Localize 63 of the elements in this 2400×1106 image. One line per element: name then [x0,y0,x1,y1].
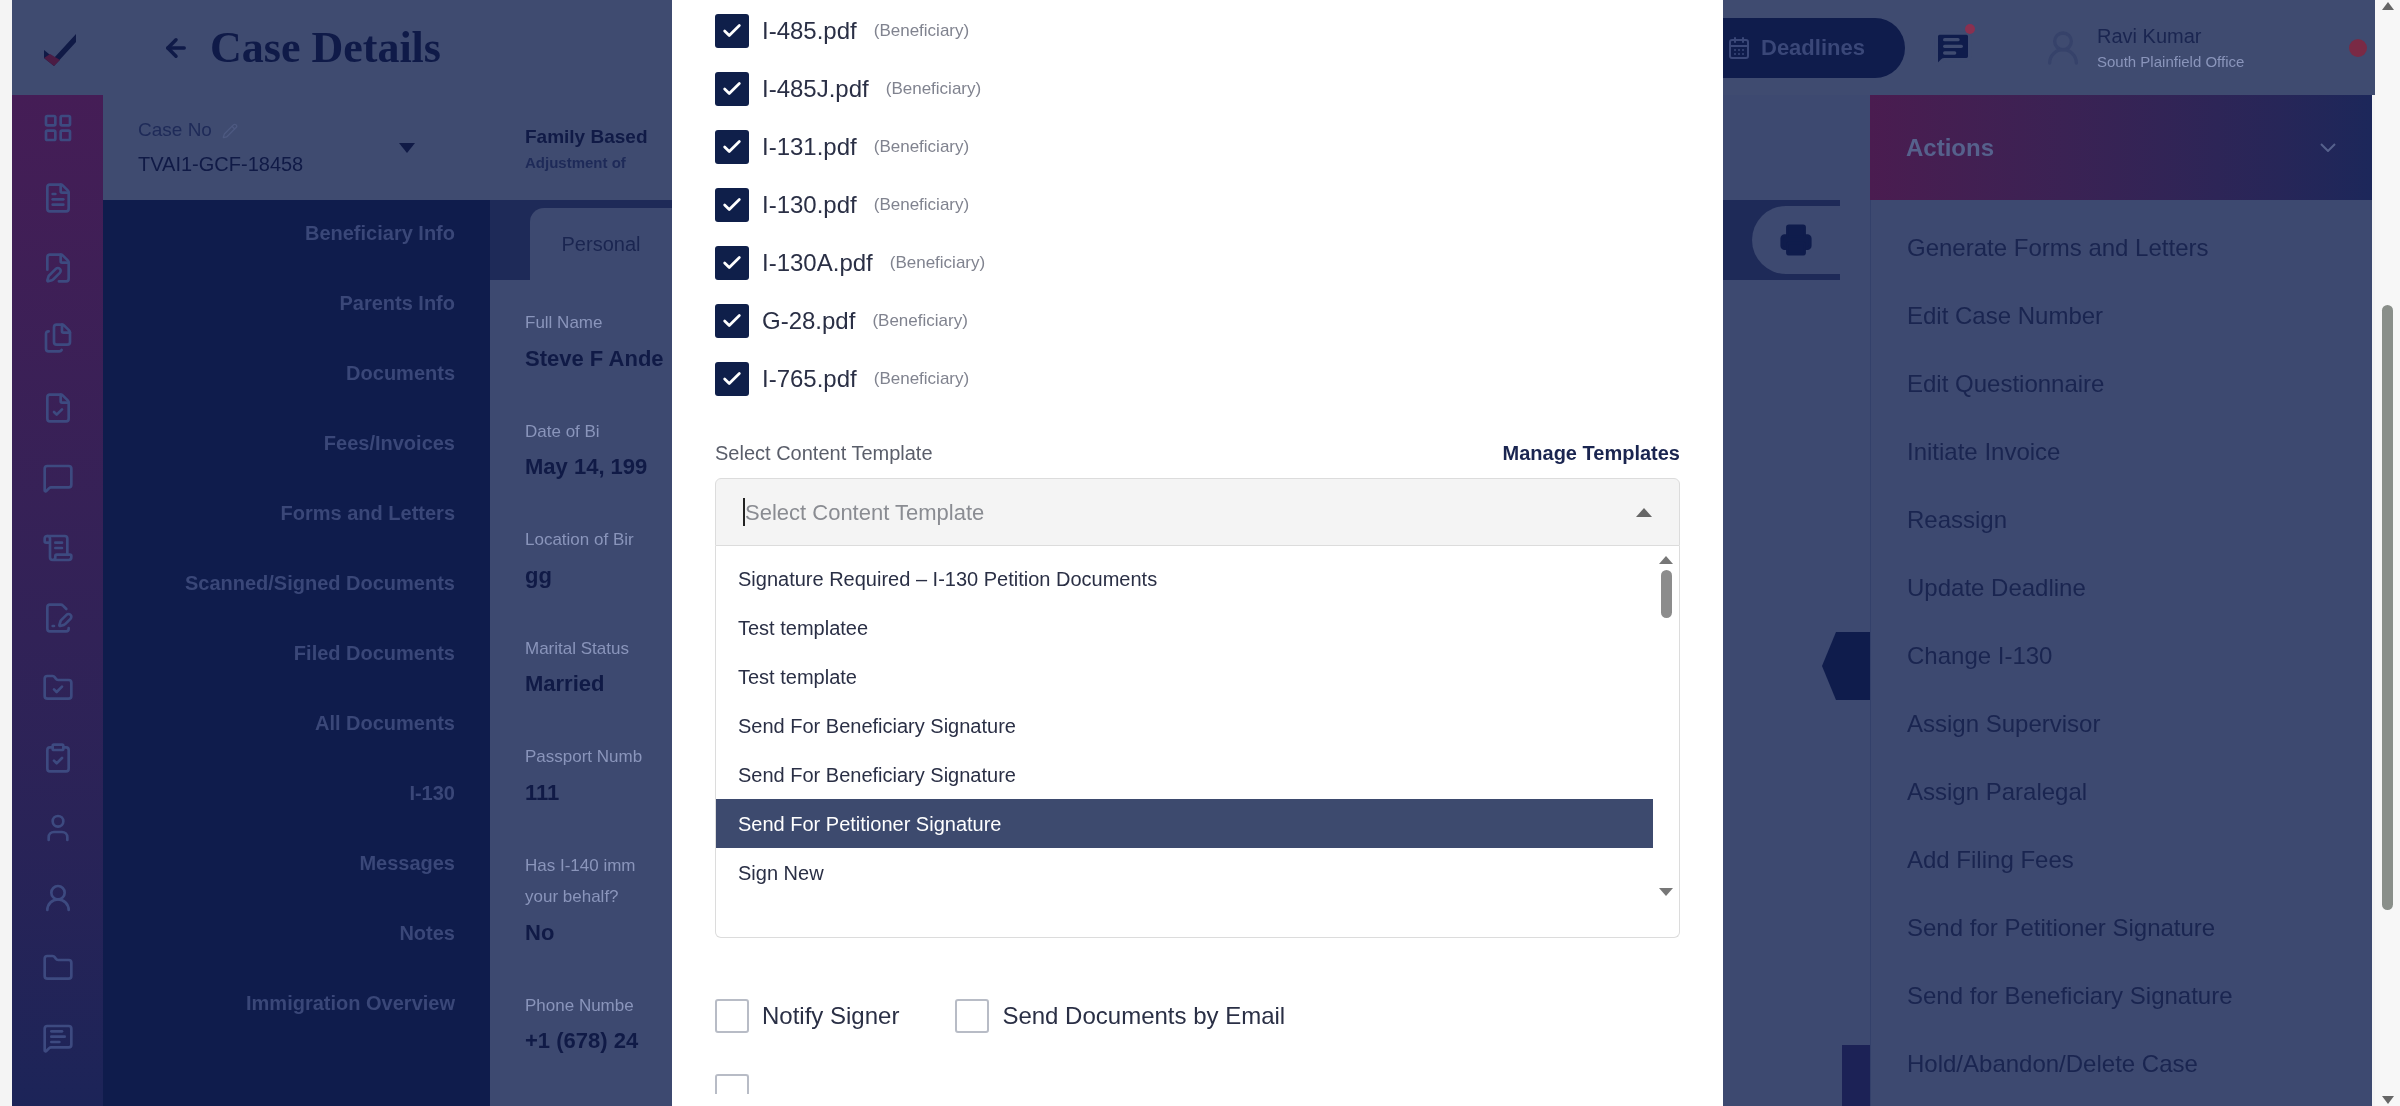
document-role: (Beneficiary) [872,310,968,333]
checkbox[interactable] [715,1074,749,1094]
checkbox[interactable] [715,14,749,48]
template-input[interactable]: Select Content Template [745,495,1245,529]
checkbox[interactable] [715,130,749,164]
document-role: (Beneficiary) [873,368,970,391]
document-name: I-130A.pdf [762,248,873,278]
scrollbar-thumb[interactable] [1660,570,1672,618]
document-role: (Beneficiary) [873,194,970,217]
side-tab[interactable] [1842,1045,1870,1106]
field-label: Full Name [525,312,604,334]
field-label: Has I-140 imm [525,854,637,877]
caret-up-icon[interactable] [1636,507,1652,517]
document-name: I-485.pdf [762,16,857,46]
document-role: (Beneficiary) [885,78,982,101]
template-option[interactable]: Signature Required – I-130 Petition Documents [716,554,1653,603]
field-label: Select Content Template [715,441,933,466]
chevron-down-icon [2320,143,2336,152]
document-name: I-765.pdf [762,364,857,394]
actions-header[interactable]: Actions [1870,95,2372,200]
scroll-down-icon[interactable] [1659,888,1673,896]
message-icon[interactable] [41,1022,74,1054]
field-label: your behalf? [525,886,620,908]
template-option[interactable]: Send For Beneficiary Signature [716,750,1653,799]
dropdown-caret-icon[interactable] [399,142,415,153]
checkbox[interactable] [715,246,749,280]
checkbox[interactable] [955,999,990,1033]
scroll-icon[interactable] [41,532,74,564]
scroll-up-icon[interactable] [1659,556,1673,564]
document-role: (Beneficiary) [889,252,986,275]
template-option[interactable]: Send For Petitioner Signature [716,799,1653,848]
field-label: Phone Numbe [525,994,635,1017]
document-role: (Beneficiary) [873,20,970,43]
field-label: Location of Bir [525,529,635,551]
field-label: Passport Numb [525,746,644,768]
template-option[interactable]: Send For Beneficiary Signature [716,701,1653,750]
field-label: Date of Bi [525,420,601,443]
collapse-tab-icon[interactable] [1822,632,1870,700]
checkbox[interactable] [715,304,749,338]
scroll-down-icon[interactable] [2381,1096,2394,1104]
document-name: I-131.pdf [762,132,857,162]
chat-icon[interactable] [41,462,74,494]
manage-templates-link[interactable]: Manage Templates [1502,438,1680,468]
template-option[interactable]: Sign New [716,848,1653,897]
scrollbar-thumb[interactable] [2382,305,2393,910]
document-role: (Beneficiary) [873,136,970,159]
checkbox[interactable] [715,362,749,396]
option-label: Notify Signer [762,1001,900,1031]
template-option[interactable]: Test template [716,652,1653,701]
document-name: I-130.pdf [762,190,857,220]
field-label: Marital Status [525,637,630,660]
printer-icon [1779,223,1813,257]
checkbox[interactable] [715,188,749,222]
document-name: G-28.pdf [762,306,856,336]
checkbox[interactable] [715,999,749,1033]
option-label: Send Documents by Email [1002,1001,1286,1031]
document-name: I-485J.pdf [762,74,869,104]
template-select[interactable]: Select Content Template [715,478,1680,546]
calendar-icon [1727,35,1751,60]
user-office: South Plainfield Office [2097,52,2245,73]
template-option[interactable]: Test templatee [716,603,1653,652]
checkbox[interactable] [715,72,749,106]
scroll-up-icon[interactable] [2381,2,2394,10]
